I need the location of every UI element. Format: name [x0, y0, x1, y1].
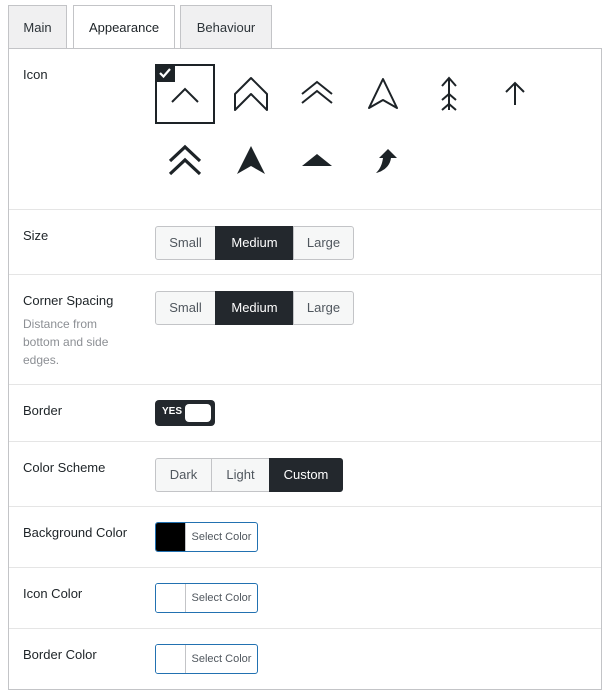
border-color-row: Border Color Select Color: [9, 629, 601, 689]
color-scheme-light-button[interactable]: Light: [211, 458, 270, 492]
tab-appearance[interactable]: Appearance: [73, 5, 175, 50]
border-color-select-label: Select Color: [191, 653, 252, 665]
check-icon: [155, 64, 175, 82]
border-color-picker[interactable]: Select Color: [155, 644, 258, 674]
corner-spacing-label: Corner Spacing: [23, 293, 114, 308]
icon-row: Icon: [9, 49, 601, 210]
outline-navigation-arrow-icon[interactable]: [353, 64, 413, 124]
outline-chevron-up-icon[interactable]: [221, 64, 281, 124]
bold-double-chevron-up-icon[interactable]: [155, 130, 215, 190]
icon-color-select-label: Select Color: [191, 592, 252, 604]
background-color-row: Background Color Select Color: [9, 507, 601, 568]
background-color-select-label: Select Color: [191, 531, 252, 543]
thin-arrow-up-icon[interactable]: [485, 64, 545, 124]
border-label: Border: [23, 403, 63, 418]
size-segmented-control: Small Medium Large: [155, 226, 354, 260]
size-medium-button[interactable]: Medium: [215, 226, 294, 260]
border-color-label: Border Color: [23, 647, 97, 662]
corner-spacing-large-button[interactable]: Large: [293, 291, 354, 325]
double-chevron-up-icon[interactable]: [287, 64, 347, 124]
appearance-panel: Icon Size Small Medium Large Corner Spac…: [8, 48, 602, 690]
curved-arrow-up-icon[interactable]: [353, 130, 413, 190]
corner-spacing-segmented-control: Small Medium Large: [155, 291, 354, 325]
color-scheme-custom-button[interactable]: Custom: [269, 458, 343, 492]
background-color-label: Background Color: [23, 525, 128, 540]
chevron-up-icon[interactable]: [155, 64, 215, 124]
size-row: Size Small Medium Large: [9, 210, 601, 275]
border-toggle-knob: [185, 404, 211, 422]
color-scheme-dark-button[interactable]: Dark: [155, 458, 212, 492]
solid-triangle-up-icon[interactable]: [287, 130, 347, 190]
size-small-button[interactable]: Small: [155, 226, 216, 260]
border-color-swatch: [156, 645, 186, 673]
border-toggle[interactable]: YES: [155, 400, 215, 426]
icon-color-row: Icon Color Select Color: [9, 568, 601, 629]
color-scheme-segmented-control: Dark Light Custom: [155, 458, 343, 492]
icon-label: Icon: [23, 67, 48, 82]
size-large-button[interactable]: Large: [293, 226, 354, 260]
color-scheme-label: Color Scheme: [23, 460, 106, 475]
icon-color-label: Icon Color: [23, 586, 83, 601]
background-color-picker[interactable]: Select Color: [155, 522, 258, 552]
corner-spacing-row: Corner Spacing Distance from bottom and …: [9, 275, 601, 385]
size-label: Size: [23, 228, 49, 243]
corner-spacing-medium-button[interactable]: Medium: [215, 291, 294, 325]
solid-navigation-arrow-icon[interactable]: [221, 130, 281, 190]
corner-spacing-description: Distance from bottom and side edges.: [23, 317, 109, 367]
tab-main[interactable]: Main: [8, 5, 67, 48]
border-toggle-text: YES: [162, 406, 183, 417]
icon-color-picker[interactable]: Select Color: [155, 583, 258, 613]
color-scheme-row: Color Scheme Dark Light Custom: [9, 442, 601, 507]
border-row: Border YES: [9, 385, 601, 442]
tab-behaviour[interactable]: Behaviour: [180, 5, 272, 48]
feather-arrow-up-icon[interactable]: [419, 64, 479, 124]
corner-spacing-small-button[interactable]: Small: [155, 291, 216, 325]
icon-color-swatch: [156, 584, 186, 612]
background-color-swatch: [156, 523, 186, 551]
